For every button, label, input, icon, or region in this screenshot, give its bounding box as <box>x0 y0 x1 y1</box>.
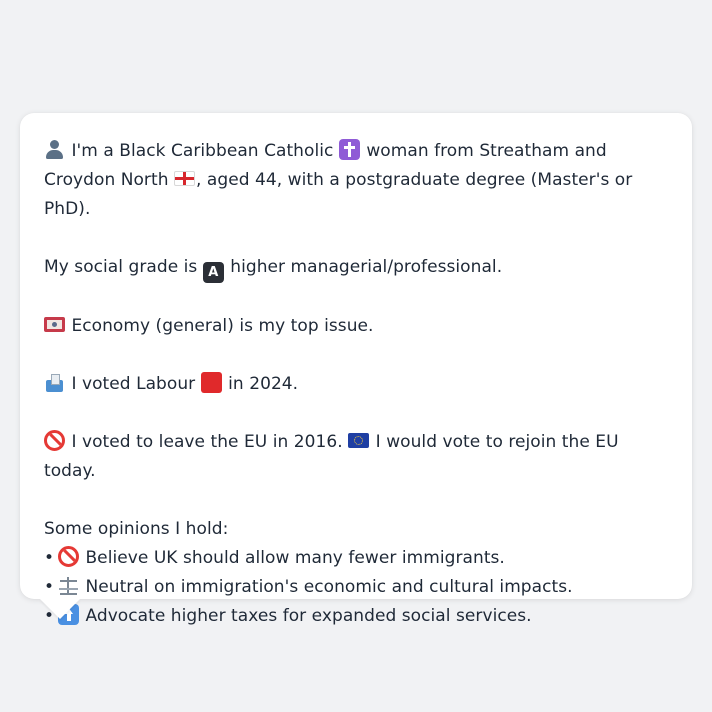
latin-cross-icon <box>338 139 360 160</box>
money-icon <box>44 317 65 332</box>
opinions-heading: Some opinions I hold: <box>44 519 229 539</box>
bullet: • <box>44 577 55 597</box>
persona-card: I'm a Black Caribbean Catholic woman fro… <box>20 113 692 626</box>
identity-text-a: I'm a Black Caribbean Catholic <box>71 141 334 161</box>
top-issue-paragraph: Economy (general) is my top issue. <box>44 312 668 341</box>
a-button-icon: A <box>202 262 224 283</box>
persona-text: I'm a Black Caribbean Catholic woman fro… <box>44 137 668 631</box>
opinion-text: Neutral on immigration's economic and cu… <box>85 577 573 597</box>
eu-paragraph: I voted to leave the EU in 2016. I would… <box>44 428 668 486</box>
balance-scale-icon <box>58 575 79 596</box>
opinion-text: Advocate higher taxes for expanded socia… <box>85 606 532 626</box>
vote-text-a: I voted Labour <box>71 374 196 394</box>
opinions-list: • Believe UK should allow many fewer imm… <box>44 544 668 631</box>
social-grade-paragraph: My social grade is A higher managerial/p… <box>44 253 668 283</box>
opinion-text: Believe UK should allow many fewer immig… <box>85 548 505 568</box>
speech-bubble-tail <box>40 599 80 619</box>
prohibited-icon <box>44 430 65 451</box>
bust-in-silhouette-icon <box>44 139 65 160</box>
vote-text-b: in 2024. <box>228 374 299 394</box>
list-item: • Neutral on immigration's economic and … <box>44 573 668 602</box>
ballot-box-icon <box>44 372 65 393</box>
social-grade-text-a: My social grade is <box>44 257 198 277</box>
opinions-section: Some opinions I hold: • Believe UK shoul… <box>44 515 668 631</box>
england-flag-icon <box>173 171 195 186</box>
list-item: • Believe UK should allow many fewer imm… <box>44 544 668 573</box>
eu-flag-icon <box>348 433 370 448</box>
top-issue-text: Economy (general) is my top issue. <box>71 316 374 336</box>
list-item: • Advocate higher taxes for expanded soc… <box>44 602 668 631</box>
social-grade-text-b: higher managerial/professional. <box>230 257 503 277</box>
red-square-icon <box>200 372 222 393</box>
bullet: • <box>44 548 55 568</box>
vote-paragraph: I voted Labour in 2024. <box>44 370 668 399</box>
eu-text-a: I voted to leave the EU in 2016. <box>71 432 343 452</box>
prohibited-icon <box>58 546 79 567</box>
identity-paragraph: I'm a Black Caribbean Catholic woman fro… <box>44 137 668 224</box>
